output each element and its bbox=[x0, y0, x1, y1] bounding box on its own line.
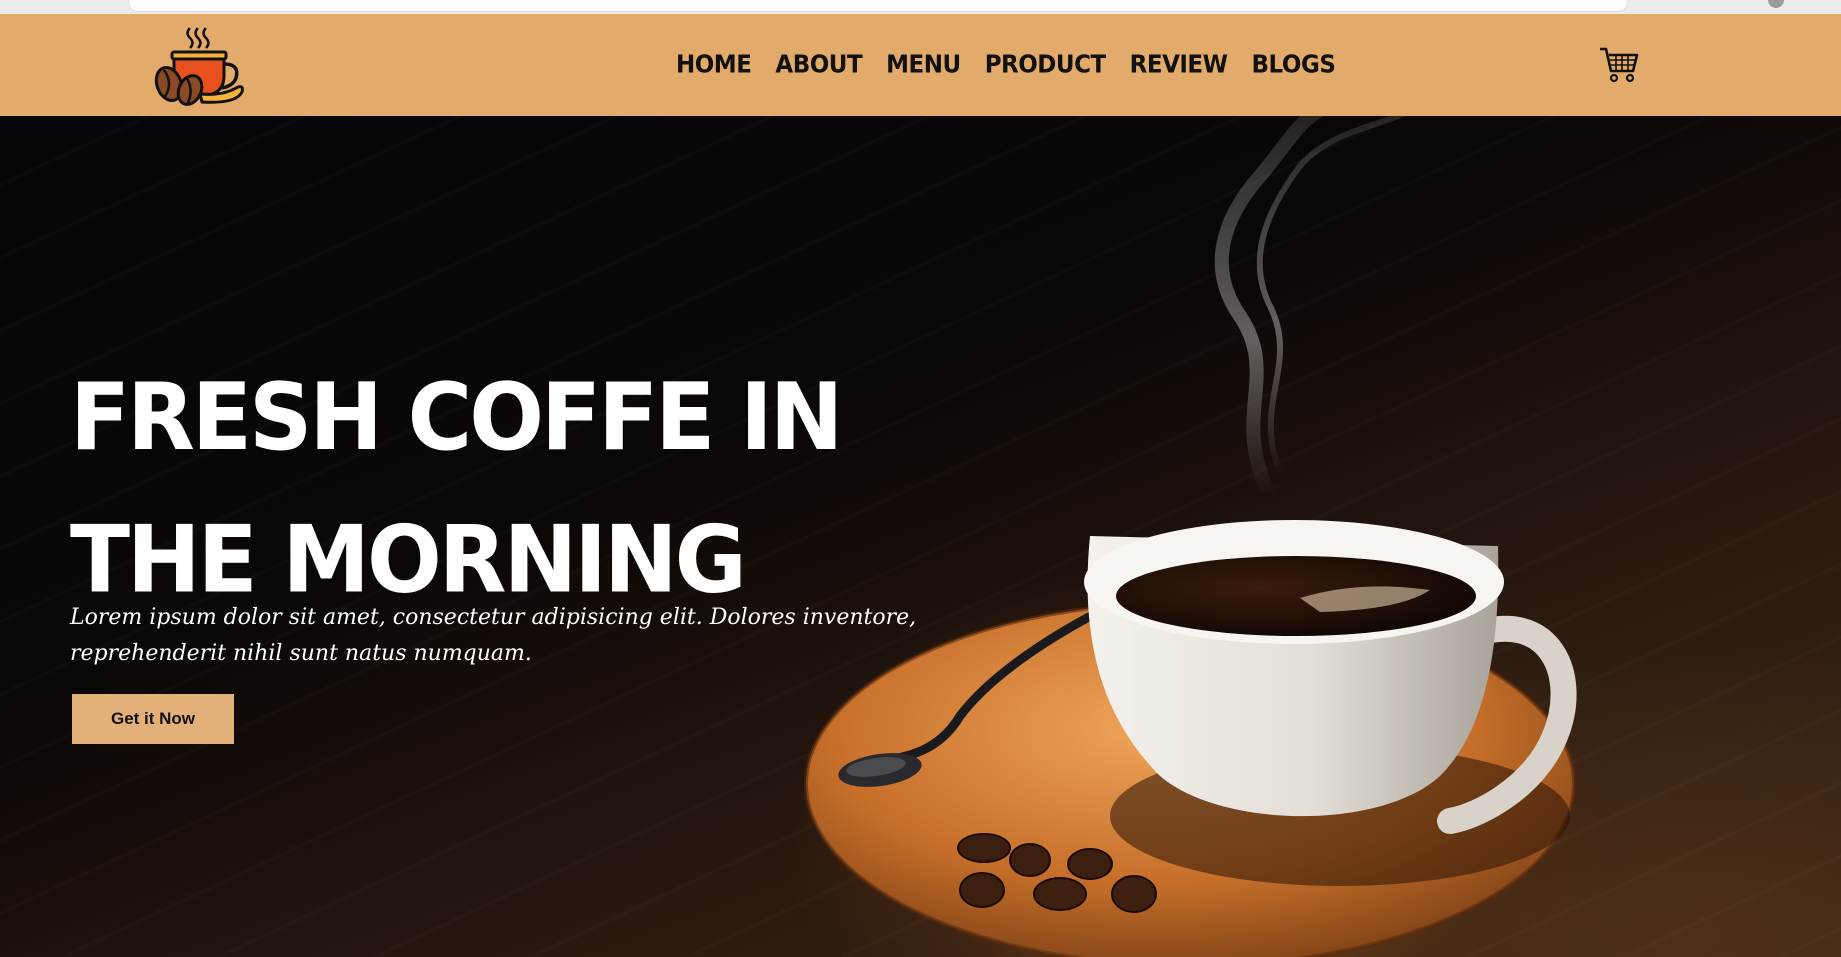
profile-avatar-icon[interactable] bbox=[1768, 0, 1784, 8]
nav-item-review[interactable]: REVIEW bbox=[1130, 51, 1228, 79]
nav-item-product[interactable]: PRODUCT bbox=[985, 51, 1106, 79]
nav-item-home[interactable]: HOME bbox=[676, 51, 752, 79]
main-nav: HOME ABOUT MENU PRODUCT REVIEW BLOGS bbox=[676, 51, 1336, 79]
shopping-cart-icon[interactable] bbox=[1598, 44, 1640, 84]
nav-item-menu[interactable]: MENU bbox=[886, 51, 961, 79]
hero-section: FRESH COFFE IN THE MORNING Lorem ipsum d… bbox=[0, 116, 1841, 957]
coffee-cup-logo-icon[interactable] bbox=[152, 24, 248, 108]
hero-title: FRESH COFFE IN THE MORNING bbox=[70, 362, 843, 614]
nav-item-blogs[interactable]: BLOGS bbox=[1252, 51, 1336, 79]
browser-address-bar bbox=[0, 0, 1841, 14]
hero-description: Lorem ipsum dolor sit amet, consectetur … bbox=[70, 605, 917, 666]
address-field[interactable] bbox=[128, 0, 1628, 12]
site-navbar: HOME ABOUT MENU PRODUCT REVIEW BLOGS bbox=[0, 14, 1841, 116]
get-it-now-button[interactable]: Get it Now bbox=[72, 694, 234, 744]
nav-item-about[interactable]: ABOUT bbox=[775, 51, 862, 79]
